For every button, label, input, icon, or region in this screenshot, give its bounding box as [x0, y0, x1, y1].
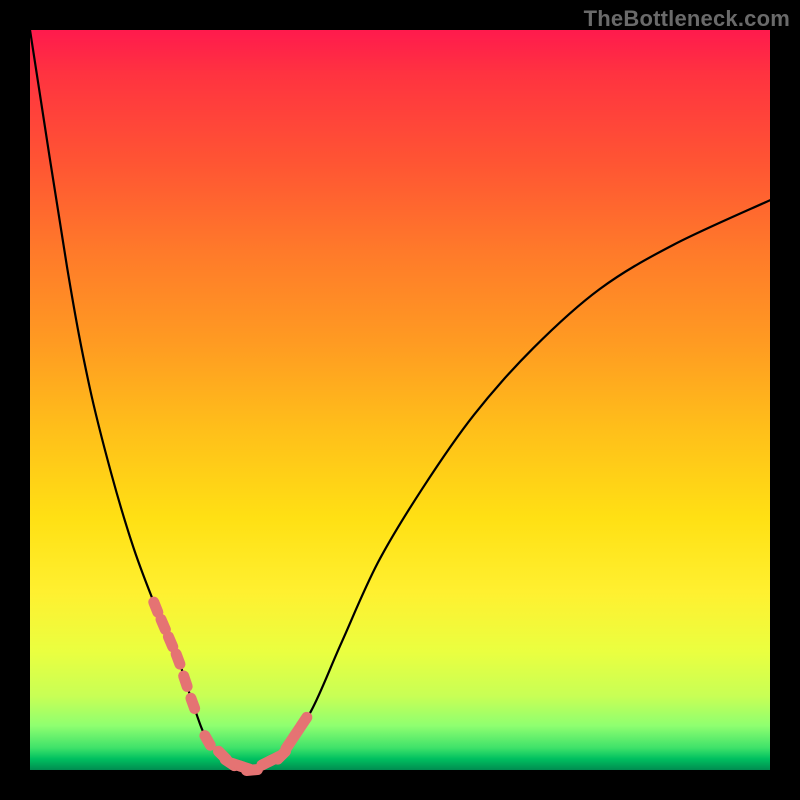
watermark-text: TheBottleneck.com — [584, 6, 790, 32]
curve-marker — [177, 669, 194, 693]
bottleneck-curve — [30, 30, 770, 770]
plot-area — [30, 30, 770, 770]
curve-marker — [184, 691, 202, 715]
curve-markers — [147, 595, 315, 776]
chart-frame: TheBottleneck.com — [0, 0, 800, 800]
curve-svg — [30, 30, 770, 770]
